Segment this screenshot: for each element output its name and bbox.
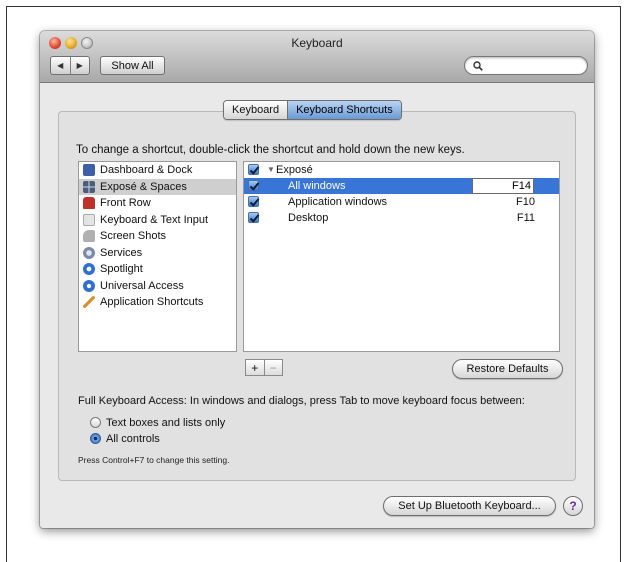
control-f7-hint: Press Control+F7 to change this setting.	[78, 455, 230, 465]
category-application-shortcuts[interactable]: Application Shortcuts	[79, 294, 236, 311]
category-dashboard-dock[interactable]: Dashboard & Dock	[79, 162, 236, 179]
radio-all-controls[interactable]: All controls	[90, 431, 160, 446]
tab-bar: Keyboard Keyboard Shortcuts	[223, 100, 402, 120]
radio-button[interactable]	[90, 433, 101, 444]
category-list[interactable]: Dashboard & Dock Exposé & Spaces Front R…	[78, 161, 237, 352]
shortcuts-table[interactable]: ▼ Exposé All windows F14 Application win…	[243, 161, 560, 352]
shortcut-row-all-windows[interactable]: All windows F14	[244, 178, 559, 194]
keyboard-text-input-icon	[83, 213, 95, 226]
radio-label: All controls	[106, 432, 160, 445]
keyboard-preferences-window: Keyboard ◀ ▶ Show All Keyboard Keyboard …	[40, 31, 594, 528]
services-icon	[83, 246, 95, 259]
page-border-left	[6, 6, 7, 562]
search-icon	[473, 60, 483, 71]
shortcut-key-editor[interactable]: F14	[472, 178, 534, 194]
page-border-right	[620, 6, 621, 562]
radio-button[interactable]	[90, 417, 101, 428]
full-keyboard-access-label: Full Keyboard Access: In windows and dia…	[78, 395, 525, 407]
category-label: Keyboard & Text Input	[100, 213, 209, 226]
tab-keyboard-shortcuts[interactable]: Keyboard Shortcuts	[287, 101, 401, 119]
show-all-button[interactable]: Show All	[100, 56, 165, 75]
disclosure-triangle-icon[interactable]: ▼	[267, 165, 275, 174]
add-remove-control: + −	[245, 359, 283, 376]
forward-arrow-icon: ▶	[76, 61, 83, 70]
category-label: Front Row	[100, 197, 151, 210]
back-arrow-icon: ◀	[57, 61, 64, 70]
shortcut-key[interactable]: F10	[516, 196, 535, 208]
search-field[interactable]	[464, 56, 588, 75]
shortcut-label: Desktop	[288, 212, 329, 224]
category-label: Screen Shots	[100, 230, 167, 243]
application-shortcuts-icon	[83, 296, 95, 309]
restore-defaults-button[interactable]: Restore Defaults	[452, 359, 563, 379]
front-row-icon	[83, 197, 95, 210]
expose-spaces-icon	[83, 180, 95, 193]
universal-access-icon	[83, 279, 95, 292]
category-label: Universal Access	[100, 279, 184, 292]
tab-keyboard[interactable]: Keyboard	[224, 101, 288, 119]
category-label: Application Shortcuts	[100, 296, 204, 309]
shortcut-row-application-windows[interactable]: Application windows F10	[244, 194, 559, 210]
page-border-top	[6, 6, 621, 7]
shortcut-enabled-checkbox[interactable]	[248, 180, 259, 191]
dashboard-dock-icon	[83, 164, 95, 177]
group-enabled-checkbox[interactable]	[248, 164, 259, 175]
instruction-text: To change a shortcut, double-click the s…	[76, 144, 465, 156]
category-universal-access[interactable]: Universal Access	[79, 278, 236, 295]
spotlight-icon	[83, 263, 95, 276]
shortcut-label: Application windows	[288, 196, 388, 208]
category-spotlight[interactable]: Spotlight	[79, 261, 236, 278]
add-shortcut-button[interactable]: +	[246, 360, 264, 375]
category-label: Dashboard & Dock	[100, 164, 193, 177]
category-keyboard-text-input[interactable]: Keyboard & Text Input	[79, 212, 236, 229]
radio-label: Text boxes and lists only	[106, 416, 226, 429]
category-front-row[interactable]: Front Row	[79, 195, 236, 212]
category-label: Exposé & Spaces	[100, 180, 187, 193]
category-screen-shots[interactable]: Screen Shots	[79, 228, 236, 245]
titlebar: Keyboard ◀ ▶ Show All	[40, 31, 594, 83]
shortcut-key[interactable]: F11	[517, 212, 535, 224]
remove-shortcut-button[interactable]: −	[263, 360, 283, 375]
screen-shots-icon	[83, 230, 95, 243]
shortcut-group-label: Exposé	[276, 164, 313, 176]
search-input[interactable]	[487, 58, 577, 73]
shortcut-enabled-checkbox[interactable]	[248, 196, 259, 207]
category-expose-spaces[interactable]: Exposé & Spaces	[79, 178, 236, 195]
category-label: Spotlight	[100, 263, 143, 276]
help-button[interactable]: ?	[563, 496, 583, 516]
shortcut-label: All windows	[288, 180, 346, 192]
back-forward-control: ◀ ▶	[50, 56, 90, 75]
category-services[interactable]: Services	[79, 245, 236, 262]
shortcut-group-row[interactable]: ▼ Exposé	[244, 162, 559, 178]
window-title: Keyboard	[291, 36, 343, 50]
forward-button[interactable]: ▶	[69, 57, 90, 74]
shortcut-row-desktop[interactable]: Desktop F11	[244, 210, 559, 226]
shortcut-enabled-checkbox[interactable]	[248, 212, 259, 223]
back-button[interactable]: ◀	[51, 57, 70, 74]
category-label: Services	[100, 246, 143, 259]
shortcut-key: F14	[512, 180, 531, 192]
set-up-bluetooth-keyboard-button[interactable]: Set Up Bluetooth Keyboard...	[383, 496, 556, 516]
radio-text-boxes-lists[interactable]: Text boxes and lists only	[90, 415, 225, 430]
